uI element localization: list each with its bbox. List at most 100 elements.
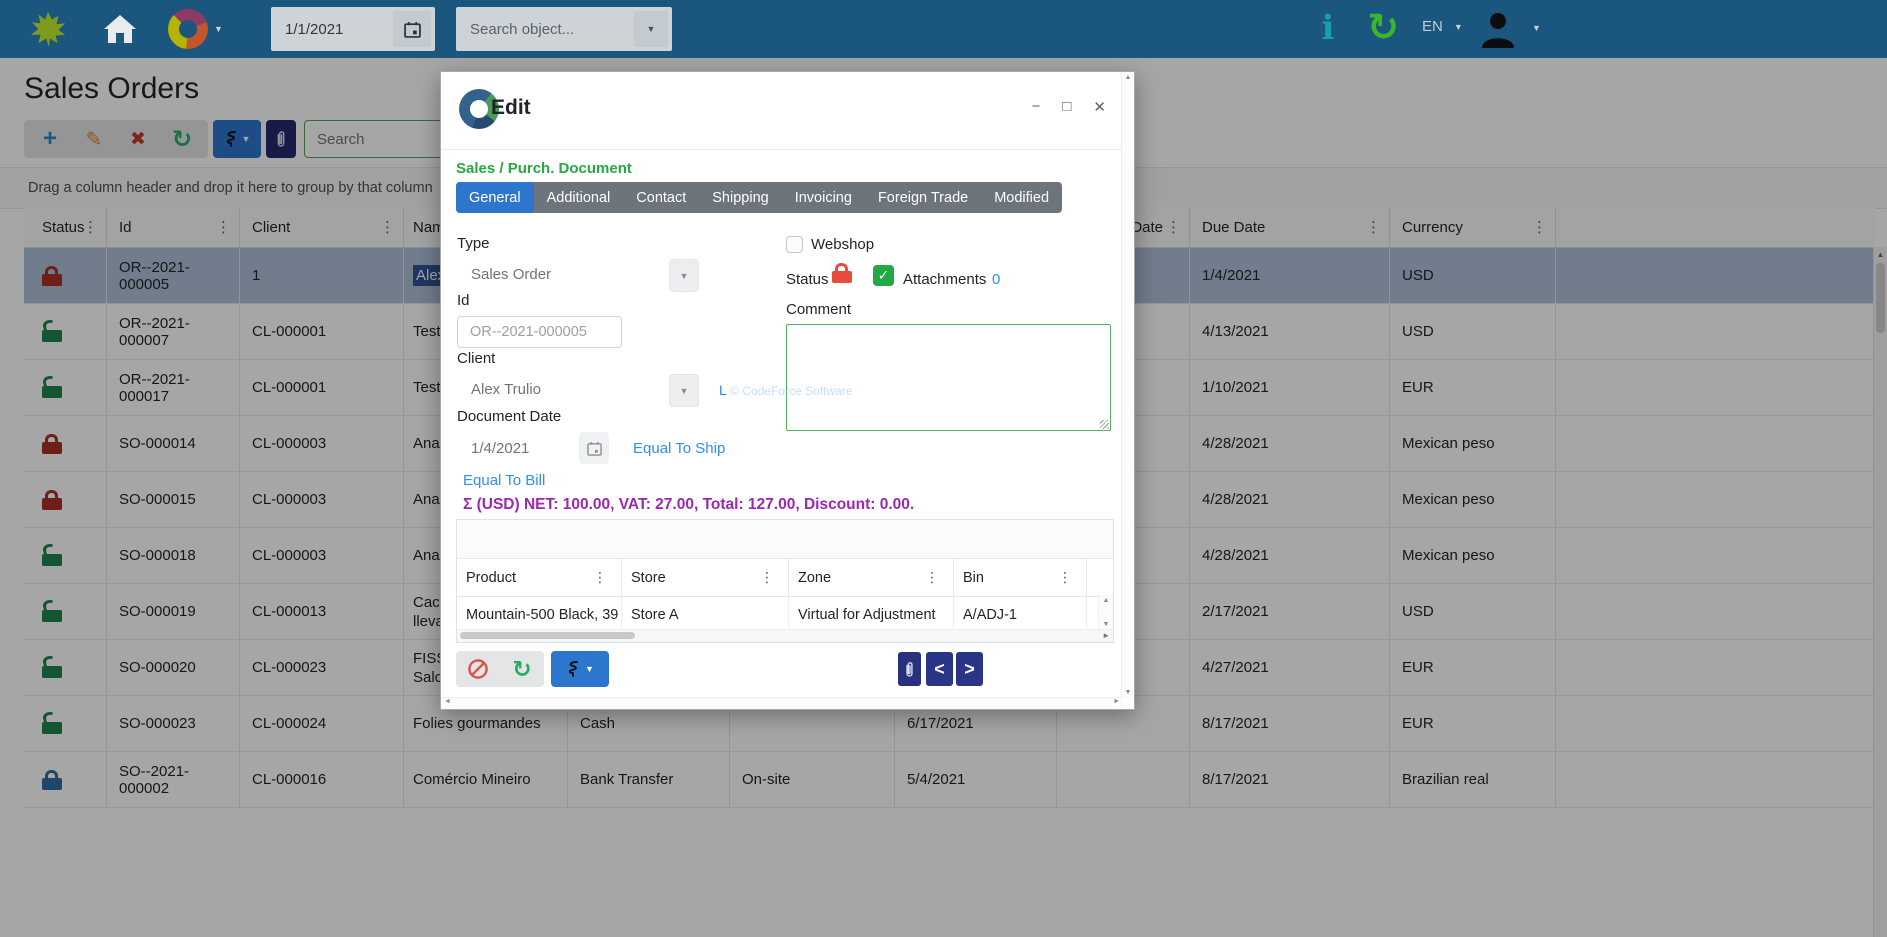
subgrid-column-header-store[interactable]: Store⋮ — [622, 559, 789, 596]
type-select-dropdown[interactable]: ▼ — [669, 259, 699, 292]
id-input-value: OR--2021-000005 — [470, 324, 587, 340]
subgrid-row[interactable]: Mountain-500 Black, 39 Store A Virtual f… — [457, 597, 1113, 633]
status-label: Status — [786, 271, 829, 288]
webshop-checkbox[interactable] — [786, 236, 803, 253]
id-input[interactable]: OR--2021-000005 — [457, 316, 622, 348]
previous-record-button[interactable]: < — [926, 652, 953, 686]
dialog-title: Edit — [491, 96, 531, 120]
user-menu[interactable]: ▼ — [1478, 8, 1541, 48]
document-type-heading: Sales / Purch. Document — [456, 160, 632, 177]
maximize-icon[interactable]: □ — [1062, 98, 1071, 116]
app-switcher[interactable]: ▼ — [168, 9, 223, 49]
subgrid-column-header-zone[interactable]: Zone⋮ — [789, 559, 954, 596]
chevron-down-icon: ▼ — [1532, 23, 1541, 33]
document-date-label: Document Date — [457, 408, 561, 425]
attachments-button[interactable] — [898, 652, 921, 686]
webshop-label: Webshop — [811, 236, 874, 253]
scroll-left-icon[interactable]: ◄ — [444, 698, 451, 705]
column-menu-icon[interactable]: ⋮ — [760, 569, 774, 586]
column-menu-icon[interactable]: ⋮ — [1058, 569, 1072, 586]
chevron-down-icon: ▼ — [214, 24, 223, 34]
dialog-horizontal-scrollbar[interactable]: ◄► — [441, 697, 1123, 709]
minimize-icon[interactable]: − — [1032, 98, 1041, 116]
tab-shipping[interactable]: Shipping — [699, 182, 781, 213]
subgrid-column-header-bin[interactable]: Bin⋮ — [954, 559, 1087, 596]
dialog-vertical-scrollbar[interactable]: ▲▼ — [1121, 72, 1134, 698]
chevron-down-icon: ▼ — [1454, 22, 1463, 32]
language-menu[interactable]: EN ▼ — [1422, 18, 1463, 35]
scroll-right-icon[interactable]: ► — [1113, 698, 1120, 705]
product-cell: Mountain-500 Black, 39 — [457, 597, 622, 633]
document-date-value[interactable]: 1/4/2021 — [471, 440, 529, 457]
subgrid-horizontal-scrollbar[interactable]: ► — [457, 629, 1113, 642]
scroll-right-icon[interactable]: ► — [1102, 631, 1110, 640]
client-select-value[interactable]: Alex Trulio — [471, 381, 541, 398]
client-label: Client — [457, 350, 495, 367]
lines-subgrid: Product⋮Store⋮Zone⋮Bin⋮ Mountain-500 Bla… — [456, 519, 1114, 643]
calendar-icon — [587, 441, 602, 456]
app-logo-icon — [168, 9, 208, 49]
bulb-icon — [566, 661, 580, 677]
refresh-icon[interactable]: ↻ — [1362, 6, 1404, 50]
user-avatar-icon — [1478, 8, 1518, 48]
date-value[interactable]: 1/1/2021 — [271, 21, 393, 38]
id-label: Id — [457, 292, 470, 309]
global-object-search[interactable]: Search object... ▼ — [456, 7, 672, 51]
next-record-button[interactable]: > — [956, 652, 983, 686]
totals-summary: Σ (USD) NET: 100.00, VAT: 27.00, Total: … — [463, 496, 914, 514]
language-label: EN — [1422, 18, 1443, 35]
dialog-toolbar: ↻ ▼ < > — [441, 651, 1134, 687]
cancel-icon — [467, 658, 489, 680]
brand-leaf-icon[interactable] — [28, 10, 68, 48]
dialog-header[interactable]: Edit − □ ✕ — [441, 72, 1134, 150]
edit-dialog: Edit − □ ✕ Sales / Purch. Document Gener… — [440, 71, 1135, 710]
scroll-down-icon[interactable]: ▼ — [1122, 689, 1134, 696]
document-date-calendar-button[interactable] — [579, 432, 609, 464]
info-icon[interactable]: i — [1316, 8, 1340, 48]
top-navbar: ▼ 1/1/2021 Search object... ▼ i ↻ EN ▼ ▼ — [0, 0, 1887, 58]
search-placeholder: Search object... — [456, 21, 634, 38]
tab-invoicing[interactable]: Invoicing — [782, 182, 865, 213]
tab-foreign-trade[interactable]: Foreign Trade — [865, 182, 981, 213]
tab-modified[interactable]: Modified — [981, 182, 1062, 213]
chevron-down-icon[interactable]: ▼ — [634, 11, 668, 47]
calendar-icon[interactable] — [393, 11, 431, 47]
subgrid-column-header-product[interactable]: Product⋮ — [457, 559, 622, 596]
dialog-tabs: GeneralAdditionalContactShippingInvoicin… — [456, 182, 1062, 213]
equal-to-ship-link[interactable]: Equal To Ship — [633, 440, 725, 457]
comment-label: Comment — [786, 301, 851, 318]
actions-dropdown-button[interactable]: ▼ — [551, 651, 609, 687]
status-lock-icon — [832, 263, 852, 283]
column-menu-icon[interactable]: ⋮ — [925, 569, 939, 586]
subgrid-toolbar-strip — [457, 520, 1113, 559]
type-label: Type — [457, 235, 490, 252]
zone-cell: Virtual for Adjustment — [789, 597, 954, 633]
application-window: ▼ 1/1/2021 Search object... ▼ i ↻ EN ▼ ▼… — [0, 0, 1887, 937]
column-menu-icon[interactable]: ⋮ — [593, 569, 607, 586]
client-select-dropdown[interactable]: ▼ — [669, 374, 699, 407]
home-icon[interactable] — [103, 13, 137, 45]
tab-contact[interactable]: Contact — [623, 182, 699, 213]
equal-to-bill-link[interactable]: Equal To Bill — [463, 472, 545, 489]
attachments-count-link[interactable]: 0 — [992, 271, 1000, 288]
scrollbar-thumb[interactable] — [460, 632, 635, 639]
store-cell: Store A — [622, 597, 789, 633]
cancel-button[interactable] — [456, 651, 500, 687]
subgrid-header-row: Product⋮Store⋮Zone⋮Bin⋮ — [457, 559, 1113, 597]
attachments-checkbox[interactable] — [873, 265, 894, 286]
close-icon[interactable]: ✕ — [1093, 98, 1106, 116]
comment-textarea[interactable] — [786, 324, 1111, 431]
scroll-up-icon[interactable]: ▲ — [1099, 597, 1113, 604]
tab-general[interactable]: General — [456, 182, 534, 213]
attachments-label: Attachments — [903, 271, 986, 288]
global-date-input[interactable]: 1/1/2021 — [271, 7, 435, 51]
refresh-button[interactable]: ↻ — [500, 651, 544, 687]
tab-additional[interactable]: Additional — [534, 182, 624, 213]
scroll-up-icon[interactable]: ▲ — [1122, 74, 1134, 81]
scroll-down-icon[interactable]: ▼ — [1099, 621, 1113, 628]
dialog-button-group: ↻ — [456, 651, 544, 687]
subgrid-vertical-scrollbar[interactable]: ▲▼ — [1098, 595, 1113, 630]
window-controls: − □ ✕ — [1032, 98, 1106, 116]
bin-cell: A/ADJ-1 — [954, 597, 1087, 633]
type-select-value[interactable]: Sales Order — [471, 266, 551, 283]
